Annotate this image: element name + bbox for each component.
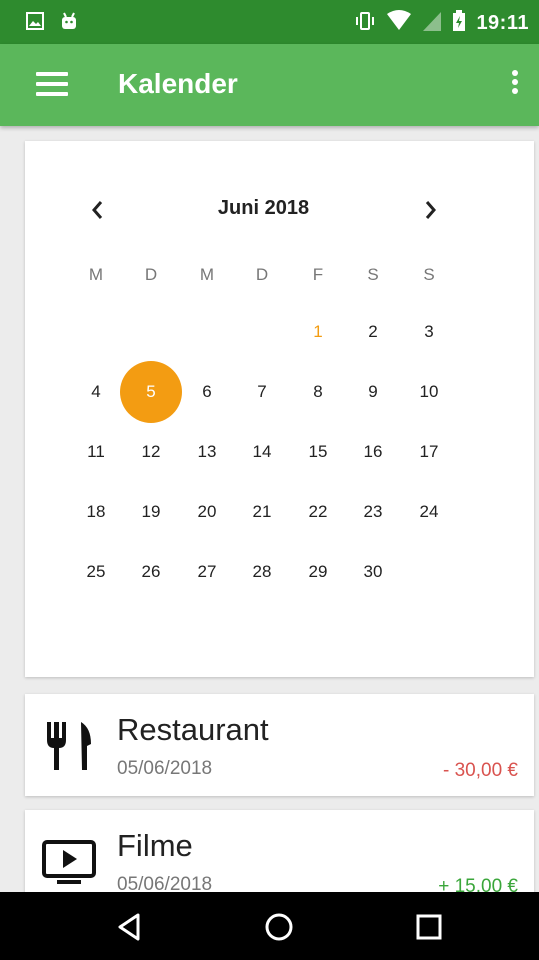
calendar-day[interactable]: 27	[179, 557, 235, 587]
calendar-day[interactable]: 8	[290, 377, 346, 407]
calendar-day[interactable]: 15	[290, 437, 346, 467]
android-icon	[60, 12, 78, 35]
calendar-day[interactable]: 4	[68, 377, 124, 407]
recents-icon[interactable]	[412, 910, 446, 944]
weekday-label: D	[255, 265, 269, 284]
restaurant-icon	[41, 718, 97, 774]
vibrate-icon	[354, 11, 376, 36]
calendar-day[interactable]: 26	[123, 557, 179, 587]
calendar-day[interactable]: 19	[123, 497, 179, 527]
calendar-day[interactable]: 1	[290, 317, 346, 347]
calendar-day[interactable]: 20	[179, 497, 235, 527]
transaction-card[interactable]: Restaurant 05/06/2018 - 30,00 €	[25, 694, 534, 796]
calendar-day[interactable]: 13	[179, 437, 235, 467]
calendar-day[interactable]: 23	[345, 497, 401, 527]
transaction-amount: - 30,00 €	[443, 760, 518, 781]
calendar-day[interactable]: 9	[345, 377, 401, 407]
signal-icon	[422, 10, 442, 37]
transaction-title: Filme	[117, 828, 193, 863]
status-bar-right: 19:11	[354, 10, 529, 37]
status-bar-left	[26, 12, 78, 35]
status-time: 19:11	[476, 12, 529, 34]
movie-icon	[41, 834, 97, 890]
weekday-label: F	[312, 265, 324, 284]
calendar-day[interactable]: 7	[234, 377, 290, 407]
weekday-label: M	[88, 265, 104, 284]
calendar-day[interactable]: 28	[234, 557, 290, 587]
calendar-day[interactable]: 17	[401, 437, 457, 467]
image-icon	[26, 12, 44, 35]
calendar-day[interactable]: 25	[68, 557, 124, 587]
calendar-card: Juni 2018 M D M D F S S 1 2 3 4 5 6 7 8 9 10 11 12 13 14 15 16…	[25, 141, 534, 677]
calendar-day[interactable]: 24	[401, 497, 457, 527]
calendar-day[interactable]: 29	[290, 557, 346, 587]
weekday-label: S	[423, 265, 435, 284]
calendar-day[interactable]: 30	[345, 557, 401, 587]
weekday-label: D	[144, 265, 158, 284]
calendar-day[interactable]: 12	[123, 437, 179, 467]
calendar-day[interactable]: 16	[345, 437, 401, 467]
calendar-day[interactable]: 14	[234, 437, 290, 467]
calendar-day[interactable]: 10	[401, 377, 457, 407]
calendar-day[interactable]: 18	[68, 497, 124, 527]
calendar-day[interactable]: 11	[68, 437, 124, 467]
calendar-day[interactable]: 2	[345, 317, 401, 347]
transaction-date: 05/06/2018	[117, 758, 213, 779]
wifi-icon	[386, 10, 412, 37]
weekday-label: S	[367, 265, 379, 284]
calendar-day[interactable]: 3	[401, 317, 457, 347]
hamburger-menu-icon[interactable]	[36, 72, 68, 98]
back-icon[interactable]	[112, 910, 146, 944]
system-nav-bar	[0, 892, 539, 960]
calendar-day[interactable]: 21	[234, 497, 290, 527]
more-vertical-icon[interactable]	[507, 70, 523, 100]
status-bar: 19:11	[0, 0, 539, 44]
next-month-icon[interactable]	[419, 195, 443, 225]
app-bar: Kalender	[0, 44, 539, 126]
transaction-title: Restaurant	[117, 712, 269, 747]
calendar-day[interactable]: 22	[290, 497, 346, 527]
weekday-label: M	[199, 265, 215, 284]
home-icon[interactable]	[262, 910, 296, 944]
page-title: Kalender	[118, 68, 238, 99]
calendar-day[interactable]: 5	[123, 377, 179, 407]
battery-icon	[452, 10, 466, 37]
calendar-day[interactable]: 6	[179, 377, 235, 407]
